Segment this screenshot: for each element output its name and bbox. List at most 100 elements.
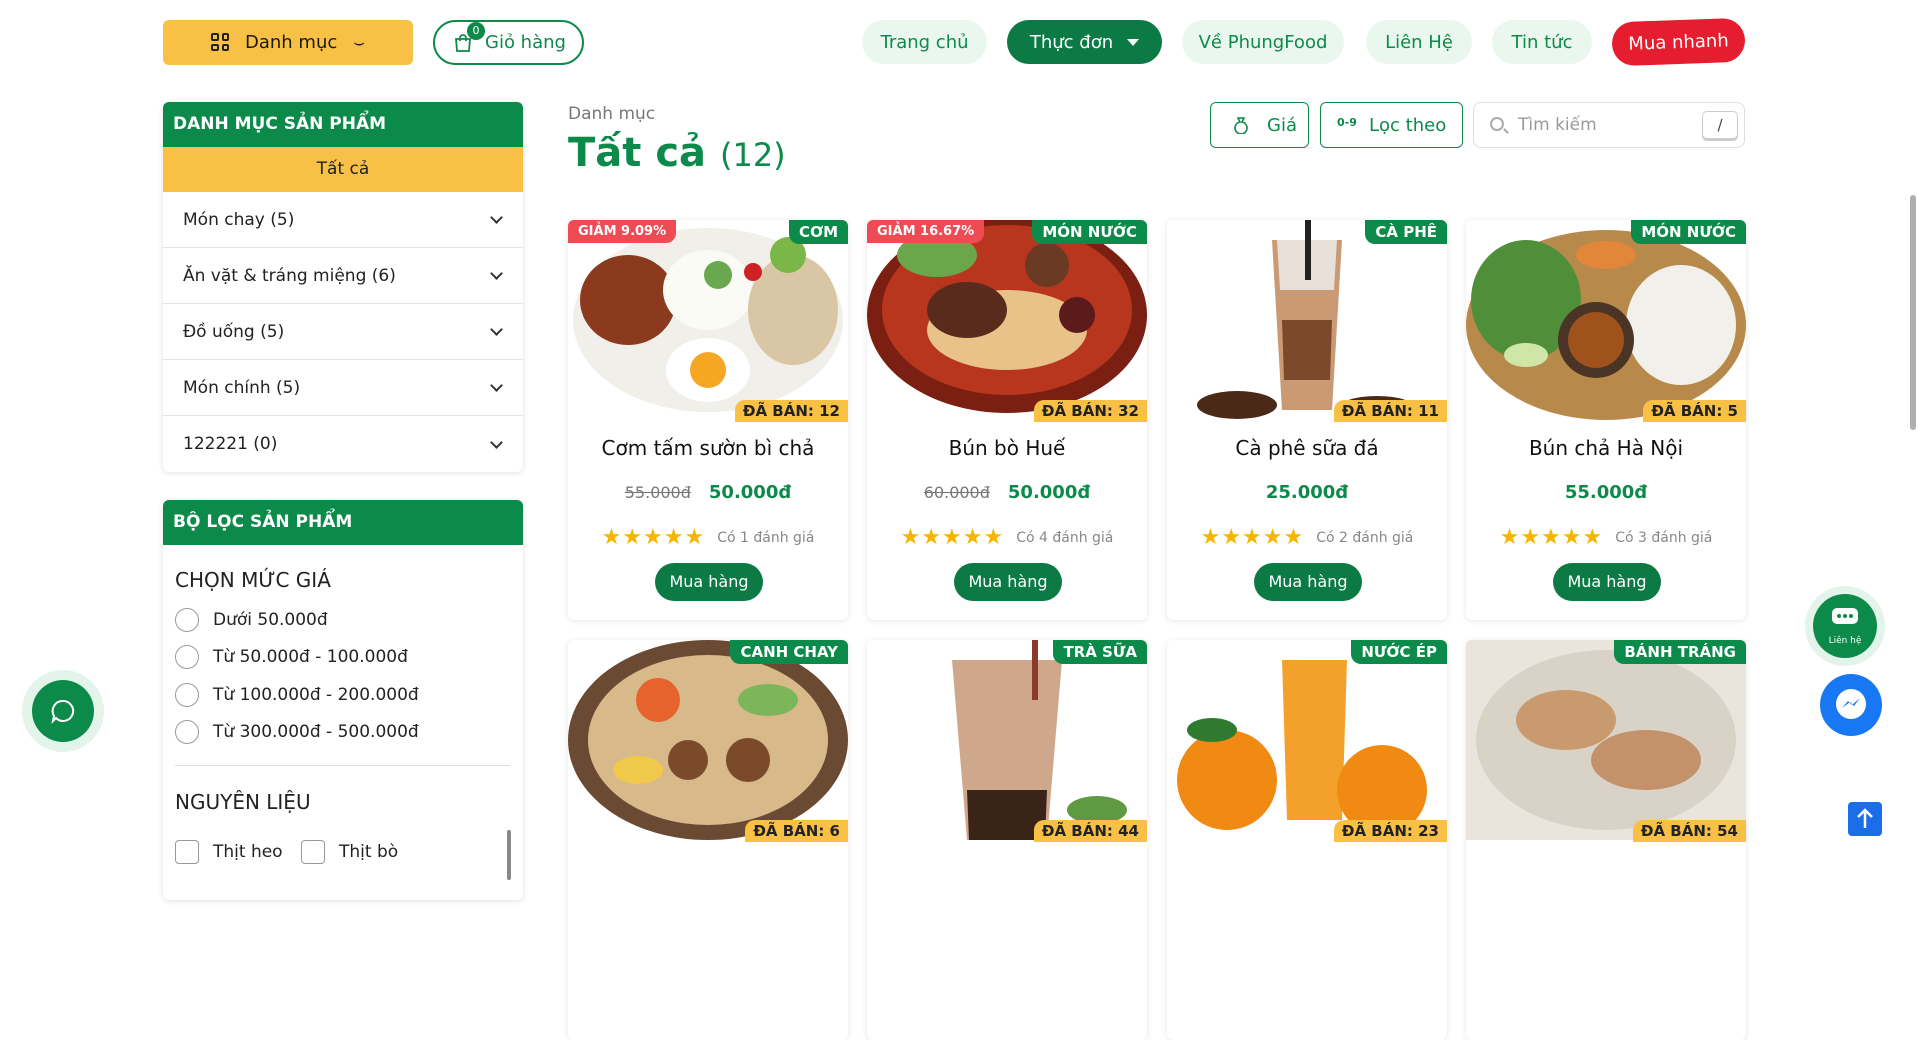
price-option[interactable]: Từ 100.000đ - 200.000đ <box>175 683 419 707</box>
product-image[interactable] <box>1466 640 1746 840</box>
price-option[interactable]: Từ 50.000đ - 100.000đ <box>175 645 408 669</box>
chevron-down-icon[interactable] <box>490 379 503 392</box>
price-sort-button[interactable]: Giá <box>1210 102 1309 148</box>
chevron-down-icon[interactable] <box>490 211 503 224</box>
star-rating-icon: ★★★★★ <box>1200 525 1305 550</box>
category-item[interactable]: Ăn vặt & tráng miệng (6) <box>163 248 523 304</box>
product-card[interactable]: TRÀ SỮA ĐÃ BÁN: 44 <box>867 640 1147 1040</box>
nav-news[interactable]: Tin tức <box>1492 20 1592 64</box>
radio-button[interactable] <box>175 608 199 632</box>
product-card[interactable]: CANH CHAY ĐÃ BÁN: 6 <box>568 640 848 1040</box>
divider <box>175 765 510 766</box>
current-price: 50.000đ <box>1007 482 1091 503</box>
filter-scrollbar[interactable] <box>507 830 511 880</box>
caret-down-icon <box>1127 38 1140 46</box>
quick-buy-label: Mua nhanh <box>1627 29 1730 55</box>
product-image[interactable] <box>1167 640 1447 840</box>
price-option[interactable]: Dưới 50.000đ <box>175 608 328 632</box>
product-name[interactable]: Cà phê sữa đá <box>1167 436 1447 460</box>
category-item[interactable]: Món chay (5) <box>163 192 523 248</box>
current-price: 50.000đ <box>708 482 792 503</box>
nav-contact[interactable]: Liên Hệ <box>1366 20 1472 64</box>
category-panel-title: DANH MỤC SẢN PHẨM <box>163 102 523 147</box>
checkbox[interactable] <box>175 840 199 864</box>
product-image[interactable] <box>867 220 1147 420</box>
product-name[interactable]: Bún chả Hà Nội <box>1466 436 1746 460</box>
buy-button[interactable]: Mua hàng <box>1254 563 1362 601</box>
category-item-label: 122221 (0) <box>183 434 278 454</box>
sold-count-badge: ĐÃ BÁN: 32 <box>1033 400 1147 422</box>
cart-button[interactable]: 0 Giỏ hàng <box>433 20 584 65</box>
product-card[interactable]: CÀ PHÊ ĐÃ BÁN: 11 Cà phê sữa đá 25.000đ … <box>1167 220 1447 620</box>
category-item-label: Món chính (5) <box>183 377 301 398</box>
buy-button[interactable]: Mua hàng <box>1553 563 1661 601</box>
sort-by-button[interactable]: 0-9 Lọc theo <box>1320 102 1463 148</box>
category-panel: DANH MỤC SẢN PHẨM Tất cả Món chay (5) Ăn… <box>163 102 523 472</box>
page-title-text: Tất cả <box>568 130 707 176</box>
rating-row: ★★★★★ Có 2 đánh giá <box>1167 525 1447 550</box>
category-item[interactable]: 122221 (0) <box>163 416 523 472</box>
nav-contact-label: Liên Hệ <box>1385 31 1453 53</box>
chat-widget-inner[interactable] <box>32 680 94 742</box>
product-image[interactable] <box>568 220 848 420</box>
ingredient-option[interactable]: Thịt bò <box>301 840 398 864</box>
buy-button[interactable]: Mua hàng <box>954 563 1062 601</box>
checkbox[interactable] <box>301 840 325 864</box>
price-option-label: Từ 50.000đ - 100.000đ <box>213 647 408 667</box>
scroll-to-top-button[interactable] <box>1848 802 1882 836</box>
product-image[interactable] <box>568 640 848 840</box>
product-card[interactable]: GIẢM 16.67% MÓN NƯỚC ĐÃ BÁN: 32 Bún bò H… <box>867 220 1147 620</box>
quick-buy-button[interactable]: Mua nhanh <box>1611 17 1746 67</box>
page-scrollbar[interactable] <box>1910 195 1916 430</box>
category-menu-button[interactable]: Danh mục ⌣ <box>163 20 413 65</box>
contact-widget-inner[interactable]: Liên hệ <box>1813 594 1877 658</box>
product-card[interactable]: BÁNH TRÁNG ĐÃ BÁN: 54 <box>1466 640 1746 1040</box>
messenger-button[interactable] <box>1820 674 1882 736</box>
message-icon <box>1832 608 1858 624</box>
breadcrumb[interactable]: Danh mục <box>568 104 655 124</box>
radio-button[interactable] <box>175 720 199 744</box>
discount-badge: GIẢM 16.67% <box>867 220 985 243</box>
radio-button[interactable] <box>175 645 199 669</box>
chevron-down-icon[interactable] <box>490 323 503 336</box>
contact-widget-label: Liên hệ <box>1828 636 1862 646</box>
sold-count-badge: ĐÃ BÁN: 5 <box>1643 400 1746 422</box>
product-name[interactable]: Cơm tấm sườn bì chả <box>568 436 848 460</box>
product-count: (12) <box>719 136 786 174</box>
product-image[interactable] <box>1466 220 1746 420</box>
filter-panel-title: BỘ LỌC SẢN PHẨM <box>163 500 523 545</box>
ingredient-option[interactable]: Thịt heo <box>175 840 283 864</box>
product-card[interactable]: NƯỚC ÉP ĐÃ BÁN: 23 <box>1167 640 1447 1040</box>
product-card[interactable]: MÓN NƯỚC ĐÃ BÁN: 5 Bún chả Hà Nội 55.000… <box>1466 220 1746 620</box>
buy-button[interactable]: Mua hàng <box>655 563 763 601</box>
nav-menu[interactable]: Thực đơn <box>1007 20 1162 64</box>
rating-row: ★★★★★ Có 4 đánh giá <box>867 525 1147 550</box>
nav-home[interactable]: Trang chủ <box>862 20 987 64</box>
product-card[interactable]: GIẢM 9.09% CƠM ĐÃ BÁN: 12 Cơm tấm sườn b… <box>568 220 848 620</box>
star-rating-icon: ★★★★★ <box>1499 525 1604 550</box>
contact-widget[interactable]: Liên hệ <box>1805 586 1885 666</box>
product-image[interactable] <box>1167 220 1447 420</box>
sold-count-badge: ĐÃ BÁN: 12 <box>734 400 848 422</box>
category-badge: CƠM <box>788 220 848 244</box>
current-price: 55.000đ <box>1564 482 1648 503</box>
price-option[interactable]: Từ 300.000đ - 500.000đ <box>175 720 419 744</box>
category-badge: MÓN NƯỚC <box>1631 220 1746 244</box>
price-filter-title: CHỌN MỨC GIÁ <box>175 568 331 592</box>
review-count: Có 2 đánh giá <box>1316 529 1414 546</box>
chat-widget[interactable] <box>22 670 104 752</box>
chevron-down-icon[interactable] <box>490 267 503 280</box>
nav-about[interactable]: Về PhungFood <box>1182 20 1344 64</box>
chevron-down-icon[interactable] <box>490 435 503 449</box>
star-rating-icon: ★★★★★ <box>900 525 1005 550</box>
category-item[interactable]: Đồ uống (5) <box>163 304 523 360</box>
current-price: 25.000đ <box>1265 482 1349 503</box>
review-count: Có 4 đánh giá <box>1016 529 1114 546</box>
radio-button[interactable] <box>175 683 199 707</box>
product-image[interactable] <box>867 640 1147 840</box>
product-name[interactable]: Bún bò Huế <box>867 436 1147 460</box>
category-item[interactable]: Món chính (5) <box>163 360 523 416</box>
search-input[interactable]: Tìm kiếm / <box>1473 102 1745 148</box>
price-row: 55.000đ 50.000đ <box>568 482 848 503</box>
category-all[interactable]: Tất cả <box>163 147 523 192</box>
